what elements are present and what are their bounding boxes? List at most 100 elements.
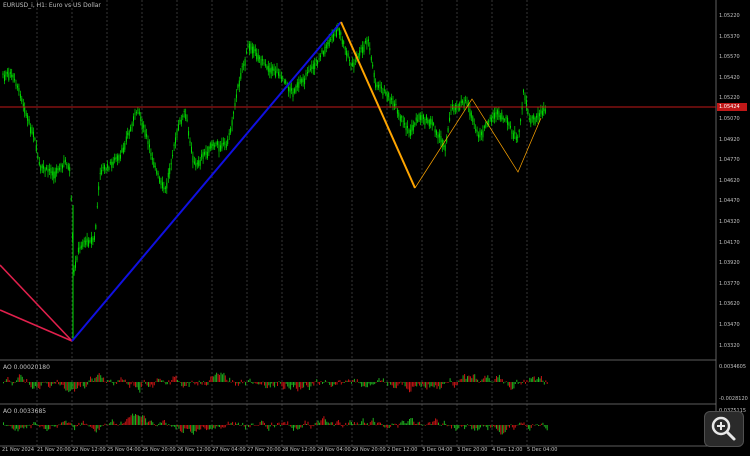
ao-bar bbox=[488, 425, 490, 426]
ao-bar bbox=[229, 424, 231, 425]
candle-body bbox=[347, 53, 349, 57]
ao-bar bbox=[184, 425, 186, 429]
ao-bar bbox=[198, 380, 200, 382]
ao-bar bbox=[214, 425, 216, 429]
candle-body bbox=[266, 66, 268, 70]
ao-bar bbox=[18, 374, 20, 382]
candle-body bbox=[504, 119, 506, 121]
ao-bar bbox=[301, 425, 303, 428]
ao-bar bbox=[26, 379, 28, 382]
candle-body bbox=[539, 113, 540, 117]
ao-bar bbox=[43, 382, 45, 383]
ao-bar bbox=[358, 424, 360, 426]
candle-body bbox=[60, 163, 62, 167]
ao-bar bbox=[3, 382, 4, 384]
ao-bar bbox=[237, 422, 239, 425]
candle-body bbox=[154, 165, 156, 168]
ao-bar bbox=[195, 382, 197, 384]
candle-body bbox=[259, 56, 261, 60]
candle-body bbox=[53, 171, 55, 179]
candle-body bbox=[48, 169, 50, 171]
candle-body bbox=[476, 130, 478, 133]
candle-body bbox=[82, 242, 84, 247]
price-axis-label: 1.05220 bbox=[719, 13, 740, 19]
ao-bar bbox=[242, 422, 244, 425]
ao-bar bbox=[81, 422, 83, 425]
ao-bar bbox=[484, 425, 486, 426]
ao-bar bbox=[236, 423, 238, 425]
candle-body bbox=[378, 85, 379, 88]
candle-body bbox=[328, 39, 330, 46]
candle-body bbox=[88, 240, 90, 247]
ao-bar bbox=[258, 425, 260, 426]
chart-canvas[interactable] bbox=[0, 0, 750, 456]
zoom-button[interactable] bbox=[704, 411, 744, 447]
candle-body bbox=[404, 123, 406, 125]
ao-bar bbox=[375, 382, 377, 383]
ao-bar bbox=[311, 382, 313, 384]
ao-bar bbox=[221, 425, 223, 428]
ao-bar bbox=[401, 420, 403, 425]
candle-body bbox=[95, 225, 97, 229]
ao-bar bbox=[177, 425, 178, 427]
ao-bar bbox=[27, 425, 29, 426]
ao-bar bbox=[255, 425, 257, 426]
candle-body bbox=[79, 247, 81, 250]
ao-bar bbox=[243, 381, 245, 383]
ao-bar bbox=[33, 422, 35, 425]
time-axis-label: 27 Nov 20:00 bbox=[247, 447, 281, 453]
ao-bar bbox=[539, 425, 541, 426]
ao-bar bbox=[7, 377, 9, 382]
zigzag-lines bbox=[0, 21, 542, 342]
ao-bar bbox=[216, 372, 218, 382]
time-axis-label: 29 Nov 20:00 bbox=[352, 447, 386, 453]
ao-bar bbox=[30, 382, 32, 388]
ao-bar bbox=[324, 419, 326, 425]
ao-bar bbox=[297, 382, 299, 392]
ao-bar bbox=[264, 382, 265, 386]
candle-body bbox=[330, 38, 332, 41]
ao-bar bbox=[165, 382, 167, 385]
ao-bar bbox=[171, 425, 173, 427]
ao-bar bbox=[300, 425, 302, 428]
indicator-1-top-value: 0.0034605 bbox=[719, 364, 747, 370]
ao-bar bbox=[453, 382, 455, 388]
ao-bar bbox=[59, 424, 61, 425]
ao-bar bbox=[374, 382, 376, 385]
candle-body bbox=[296, 82, 298, 88]
ao-bar bbox=[106, 382, 107, 383]
candle-body bbox=[256, 53, 258, 60]
candle-body bbox=[198, 160, 200, 166]
ao-bar bbox=[274, 425, 276, 428]
candle-body bbox=[140, 116, 142, 121]
ao-bar bbox=[410, 418, 412, 425]
price-axis-label: 1.04770 bbox=[719, 157, 740, 164]
candle-body bbox=[496, 110, 498, 115]
candle-body bbox=[43, 165, 45, 169]
ao-bar bbox=[439, 424, 441, 426]
ao-bar bbox=[120, 377, 122, 382]
ao-bar bbox=[532, 424, 534, 425]
ao-bar bbox=[271, 422, 273, 425]
ao-bar bbox=[375, 424, 377, 426]
ao-bar bbox=[526, 425, 528, 428]
candle-body bbox=[177, 124, 179, 131]
candle-body bbox=[367, 39, 369, 42]
ao-bar bbox=[382, 425, 384, 427]
ao-bar bbox=[156, 425, 158, 427]
ao-bar bbox=[149, 420, 151, 425]
ao-bar bbox=[150, 420, 152, 425]
candle-body bbox=[27, 115, 29, 121]
ao-bar bbox=[56, 425, 58, 428]
ao-bar bbox=[440, 382, 442, 388]
ao-bar bbox=[52, 425, 54, 426]
ao-bar bbox=[184, 382, 186, 386]
ao-bar bbox=[345, 380, 347, 382]
ao-bar bbox=[342, 382, 344, 383]
ao-bar bbox=[293, 425, 294, 431]
ao-bar bbox=[126, 419, 128, 425]
candle-body bbox=[344, 47, 346, 50]
candle-body bbox=[280, 76, 282, 79]
candle-body bbox=[483, 126, 485, 128]
ao-bar bbox=[27, 382, 29, 383]
